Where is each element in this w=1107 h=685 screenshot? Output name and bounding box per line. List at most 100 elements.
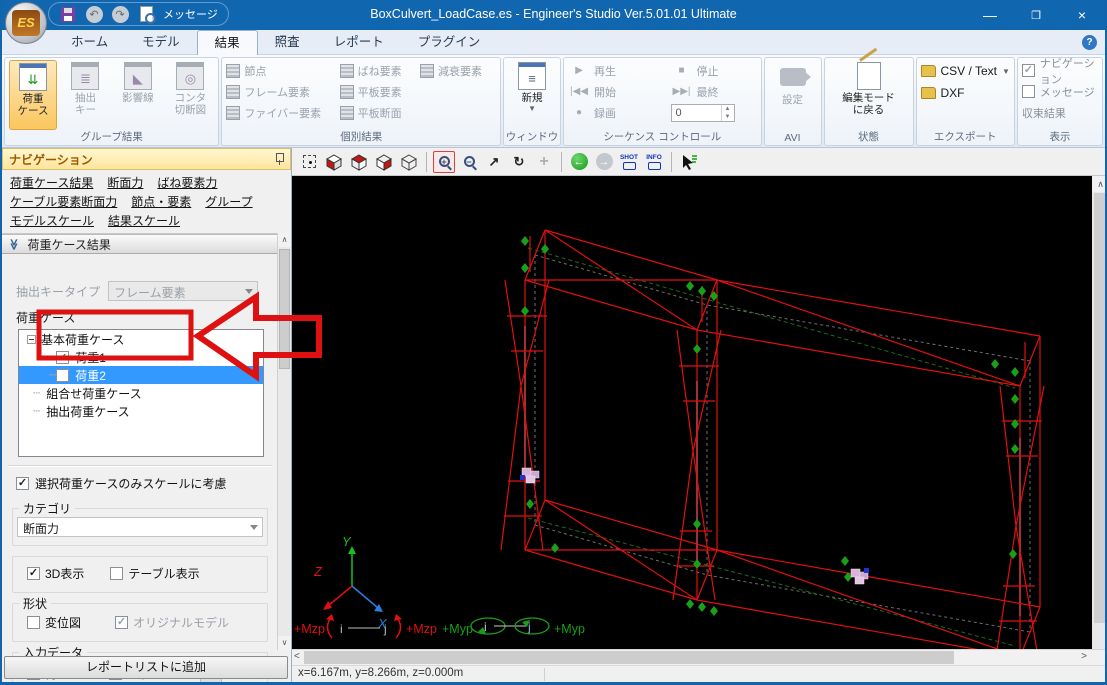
canvas-horizontal-scrollbar[interactable]: < > (292, 649, 1107, 665)
maximize-button[interactable]: ❐ (1013, 0, 1059, 30)
export-csv-button[interactable]: CSV / Text ▼ (921, 60, 1010, 82)
tree-item-extract-load-case[interactable]: ┄ 抽出荷重ケース (19, 402, 263, 420)
message-checkbox-row[interactable]: メッセージ (1022, 81, 1098, 102)
select-cursor-icon[interactable] (678, 151, 700, 173)
model-canvas[interactable]: Y Z X +Mzp i j +Mzp +Myp (292, 176, 1092, 649)
scale-selected-only-checkbox[interactable]: ✓ (16, 477, 29, 490)
info-icon[interactable]: INFO (643, 151, 665, 173)
new-window-button[interactable]: ≡ 新規 ▼ (508, 60, 556, 130)
add-to-report-button[interactable]: レポートリストに追加 (4, 656, 288, 679)
displacement-checkbox[interactable] (27, 616, 40, 629)
tree-item-combined-load-case[interactable]: ┄ 組合せ荷重ケース (19, 384, 263, 402)
record-button[interactable]: ●録画 (568, 102, 652, 123)
tree-expander-icon[interactable] (27, 335, 36, 344)
display-table-checkbox[interactable] (110, 567, 123, 580)
influence-line-button[interactable]: ◣ 影響線 (114, 60, 162, 130)
display-table-row[interactable]: テーブル表示 (110, 565, 199, 582)
stop-button[interactable]: ■停止 (671, 60, 757, 81)
spring-element-button[interactable]: ばね要素 (340, 60, 402, 81)
minimize-button[interactable]: — (967, 0, 1013, 30)
link-model-scale[interactable]: モデルスケール (10, 214, 94, 228)
load2-checkbox[interactable] (56, 369, 69, 382)
link-result-scale[interactable]: 結果スケール (108, 214, 180, 228)
navigation-checkbox-row[interactable]: ✓ ナビゲーション (1022, 60, 1098, 81)
node-button[interactable]: 節点 (226, 60, 321, 81)
original-model-checkbox[interactable]: ✓ (115, 616, 128, 629)
canvas-vertical-scrollbar[interactable]: ∧ (1092, 176, 1107, 649)
tab-report[interactable]: レポート (317, 30, 401, 55)
navigation-checkbox[interactable]: ✓ (1022, 64, 1035, 77)
tab-check[interactable]: 照査 (258, 30, 317, 55)
wireframe-view-icon[interactable] (398, 151, 420, 173)
scroll-up-icon[interactable]: ∧ (278, 233, 291, 247)
help-icon[interactable]: ? (1082, 35, 1097, 50)
status-bar: x=6.167m, y=8.266m, z=0.000m (292, 665, 1107, 682)
tab-results[interactable]: 結果 (197, 30, 258, 55)
export-dxf-button[interactable]: DXF (921, 82, 1010, 104)
zoom-out-icon[interactable]: − (458, 151, 480, 173)
frame-element-button[interactable]: フレーム要素 (226, 81, 321, 102)
link-load-case-results[interactable]: 荷重ケース結果 (10, 176, 93, 190)
iso-view-icon[interactable] (323, 151, 345, 173)
displacement-row[interactable]: 変位図 (27, 614, 81, 631)
link-group[interactable]: グループ (205, 195, 252, 209)
application-window: ↶ ↷ メッセージ BoxCulvert_LoadCase.es - Engin… (0, 0, 1107, 685)
sequence-step-spinner[interactable]: 0 ▲▼ (671, 104, 735, 122)
view-back-icon[interactable]: ← (568, 151, 590, 173)
skip-start-icon: |◀◀ (568, 86, 590, 97)
scale-selected-only-row[interactable]: ✓ 選択荷重ケースのみスケールに考慮 (16, 475, 278, 492)
back-to-edit-button[interactable]: 編集モードに戻る (829, 60, 909, 130)
link-section-force[interactable]: 断面力 (107, 176, 143, 190)
message-checkbox[interactable] (1022, 85, 1035, 98)
axis-z-label: Z (313, 564, 323, 579)
spinner-up-icon[interactable]: ▲ (722, 105, 734, 113)
load-case-label: 荷重ケース (16, 309, 278, 326)
avi-settings-button[interactable]: 設定 (769, 60, 817, 130)
display-3d-row[interactable]: ✓ 3D表示 (27, 565, 84, 582)
tab-plugin[interactable]: プラグイン (401, 30, 498, 55)
tree-item-basic-load-case[interactable]: 基本荷重ケース (19, 330, 263, 348)
group-label: グループ結果 (5, 129, 218, 144)
panel-scrollbar[interactable]: ∧ ∨ (277, 233, 291, 650)
link-spring-force[interactable]: ばね要素力 (157, 176, 217, 190)
tab-model[interactable]: モデル (125, 30, 197, 55)
last-button[interactable]: ▶▶|最終 (671, 81, 757, 102)
zoom-in-icon[interactable]: + (433, 151, 455, 173)
scroll-thumb[interactable] (279, 249, 290, 369)
load-case-button[interactable]: ⇊ 荷重ケース (9, 60, 57, 130)
pin-icon[interactable] (274, 153, 284, 165)
extract-key-type-dropdown[interactable]: フレーム要素 (108, 281, 258, 301)
tree-item-load2[interactable]: ┄ 荷重2 (19, 366, 263, 384)
plate-element-button[interactable]: 平板要素 (340, 81, 402, 102)
screenshot-icon[interactable]: SHOT (618, 151, 640, 173)
damper-element-button[interactable]: 減衰要素 (420, 60, 482, 81)
display-3d-checkbox[interactable]: ✓ (27, 567, 40, 580)
fiber-element-button[interactable]: ファイバー要素 (226, 102, 321, 123)
start-button[interactable]: |◀◀開始 (568, 81, 652, 102)
front-view-icon[interactable] (373, 151, 395, 173)
link-node-element[interactable]: 節点・要素 (131, 195, 191, 209)
category-dropdown[interactable]: 断面力 (17, 517, 263, 537)
extract-key-button[interactable]: ≣ 抽出キー (61, 60, 109, 130)
scroll-down-icon[interactable]: ∨ (278, 636, 291, 650)
tree-item-load1[interactable]: ┄ ✓ 荷重1 (19, 348, 263, 366)
original-model-row[interactable]: ✓ オリジナルモデル (115, 614, 229, 631)
load1-checkbox[interactable]: ✓ (56, 351, 69, 364)
group-label: 表示 (1018, 129, 1102, 144)
pan-icon[interactable]: + (533, 151, 555, 173)
tab-home[interactable]: ホーム (54, 30, 125, 55)
zoom-extents-icon[interactable]: ↗ (483, 151, 505, 173)
top-view-icon[interactable] (348, 151, 370, 173)
load-case-results-section-header[interactable]: ≫ 荷重ケース結果 (2, 234, 278, 254)
spinner-down-icon[interactable]: ▼ (722, 113, 734, 121)
zoom-fit-icon[interactable] (298, 151, 320, 173)
play-button[interactable]: ▶再生 (568, 60, 652, 81)
close-button[interactable]: × (1059, 0, 1105, 30)
contour-section-button[interactable]: ◎ コンタ切断図 (166, 60, 214, 130)
damper-element-icon (420, 64, 434, 78)
plate-section-button[interactable]: 平板断面 (340, 102, 402, 123)
view-forward-icon[interactable]: → (593, 151, 615, 173)
app-menu-button[interactable]: ES (5, 2, 47, 44)
orbit-icon[interactable]: ↻ (508, 151, 530, 173)
link-cable-section-force[interactable]: ケーブル要素断面力 (10, 195, 117, 209)
